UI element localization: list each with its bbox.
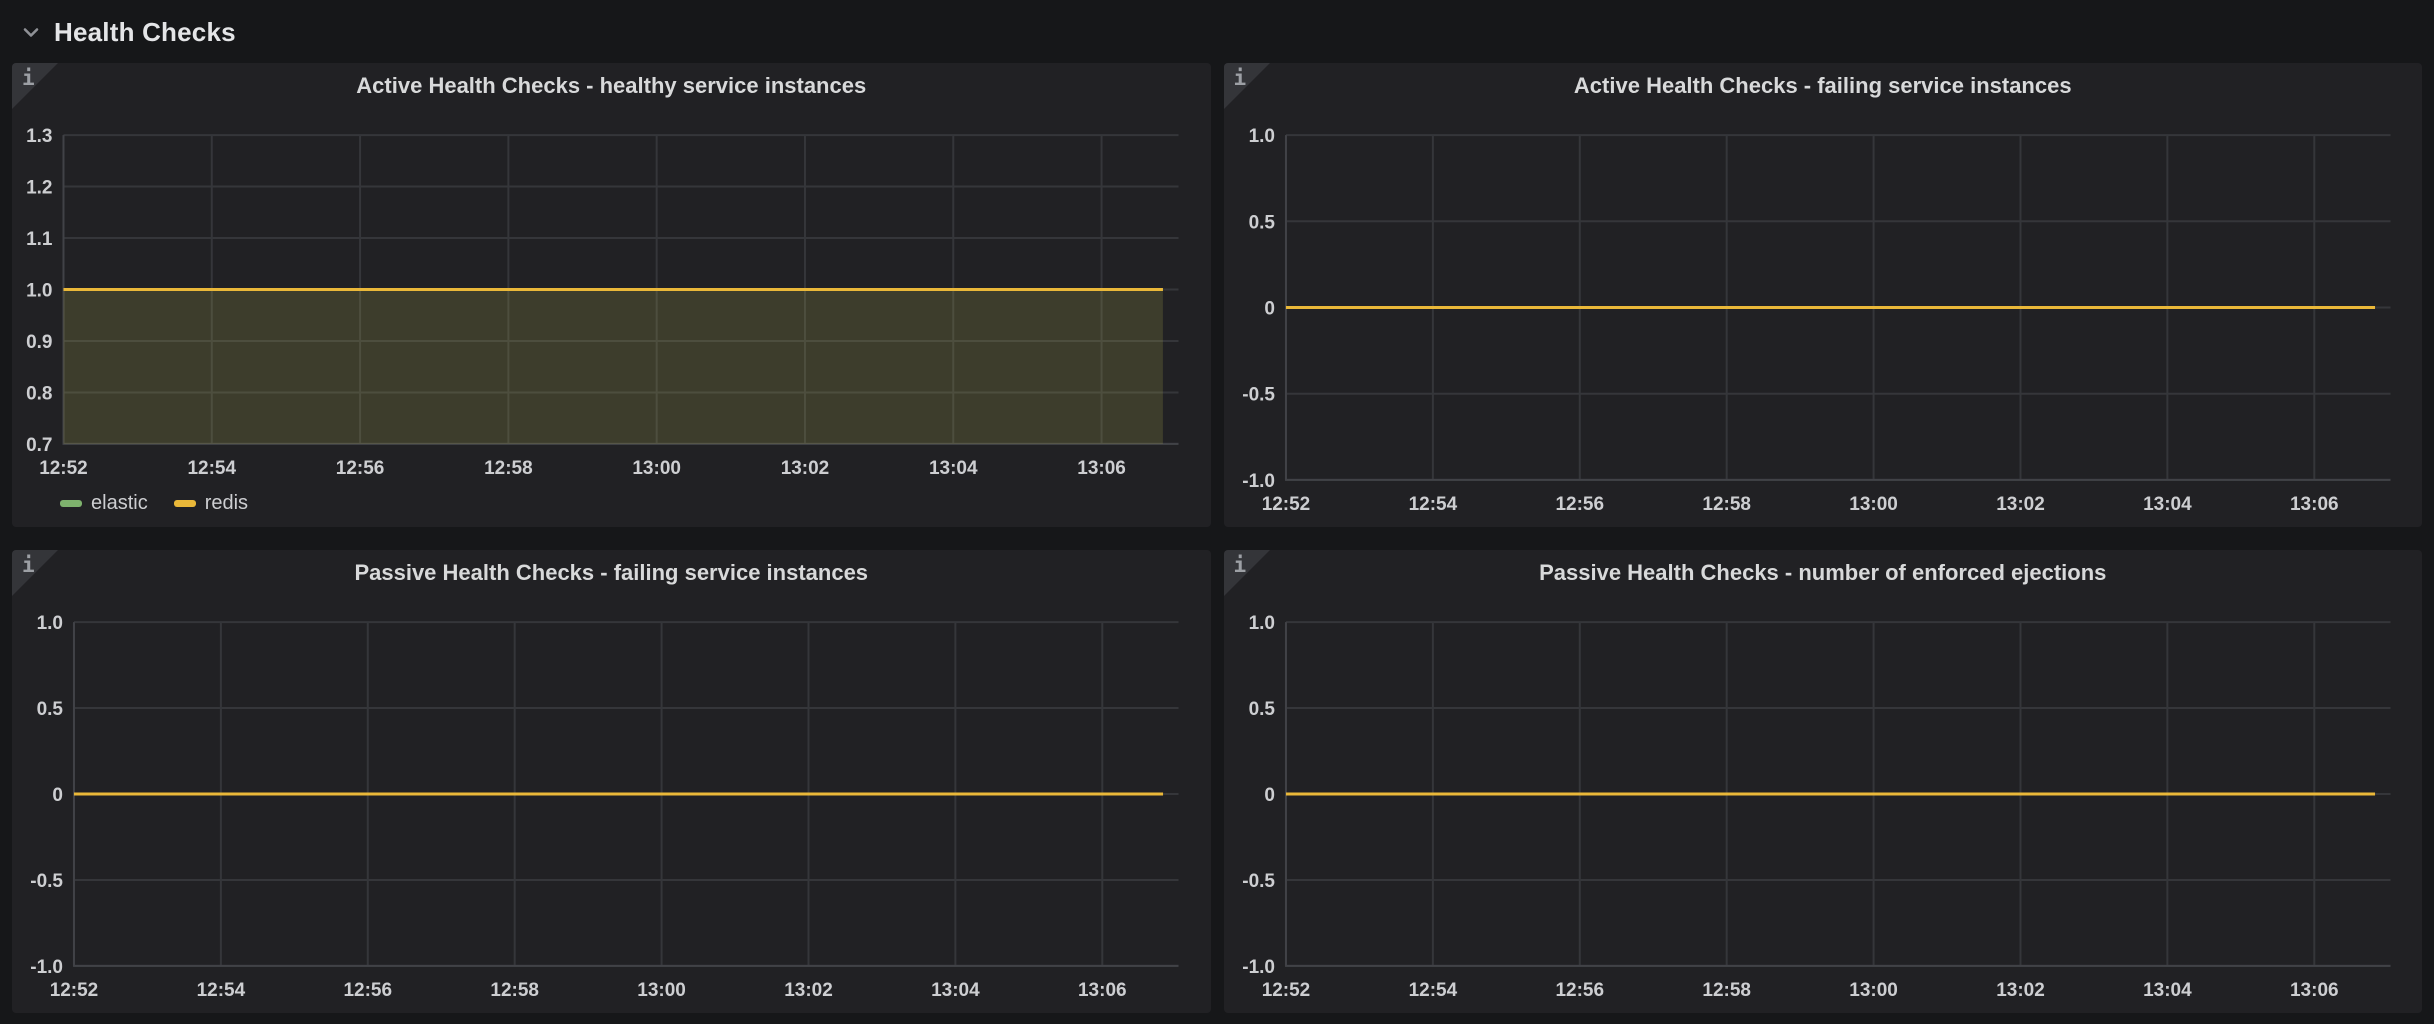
- x-tick-label: 13:06: [1078, 980, 1127, 1001]
- panel-grid: i Active Health Checks - healthy service…: [12, 63, 2422, 1013]
- x-tick-label: 12:52: [1261, 494, 1310, 515]
- x-tick-label: 12:58: [490, 980, 539, 1001]
- x-tick-label: 13:06: [2290, 494, 2339, 515]
- info-icon: i: [1234, 66, 1247, 90]
- y-tick-label: -1.0: [30, 957, 63, 978]
- y-tick-label: -1.0: [1242, 957, 1275, 978]
- x-tick-label: 12:52: [50, 980, 99, 1001]
- x-tick-label: 13:06: [1077, 458, 1126, 479]
- row-title: Health Checks: [54, 17, 236, 48]
- panel-title[interactable]: Active Health Checks - failing service i…: [1224, 63, 2423, 109]
- chart-area: 1.0 0.5 0 -0.5 -1.012:52 12:54 12:56 12:58 13:00…: [18, 596, 1183, 1007]
- dashboard-row-header[interactable]: Health Checks: [12, 10, 2422, 54]
- panel-info-corner[interactable]: i: [12, 550, 58, 596]
- time-series-plot: 1.0 0.5 0 -0.5 -1.012:52 12:54 12:56 12:58 13:00…: [1230, 596, 2395, 1007]
- time-series-plot: 1.0 0.5 0 -0.5 -1.012:52 12:54 12:56 12:58 13:00…: [18, 596, 1183, 1007]
- x-tick-label: 13:00: [632, 458, 681, 479]
- chart-area: 1.3 1.2 1.1 1.0 0.9 0.8 0.712:52 12:54 12:56 12:5…: [18, 109, 1183, 521]
- x-tick-label: 13:04: [2143, 980, 2192, 1001]
- x-tick-label: 12:54: [197, 980, 246, 1001]
- x-tick-label: 12:56: [343, 980, 392, 1001]
- chart-area: 1.0 0.5 0 -0.5 -1.012:52 12:54 12:56 12:58 13:00…: [1230, 596, 2395, 1007]
- y-tick-label: -1.0: [1242, 471, 1275, 492]
- panel-info-corner[interactable]: i: [1224, 550, 1270, 596]
- x-tick-label: 13:04: [2143, 494, 2192, 515]
- x-tick-label: 12:54: [1408, 980, 1457, 1001]
- x-tick-label: 12:58: [484, 458, 533, 479]
- info-icon: i: [22, 66, 35, 90]
- y-tick-label: 0.5: [37, 699, 64, 720]
- y-tick-label: 1.1: [26, 229, 53, 250]
- x-tick-label: 13:04: [931, 980, 980, 1001]
- info-icon: i: [22, 553, 35, 577]
- x-tick-label: 13:02: [1996, 980, 2045, 1001]
- x-tick-label: 12:52: [1261, 980, 1310, 1001]
- y-tick-label: 0: [1264, 299, 1275, 320]
- x-tick-label: 13:06: [2290, 980, 2339, 1001]
- chart-area: 1.0 0.5 0 -0.5 -1.012:52 12:54 12:56 12:58 13:00…: [1230, 109, 2395, 521]
- y-tick-label: 0.7: [26, 435, 52, 456]
- panel-active-failing: i Active Health Checks - failing service…: [1224, 63, 2423, 527]
- x-tick-label: 13:02: [1996, 494, 2045, 515]
- x-tick-label: 12:54: [187, 458, 236, 479]
- legend-swatch: [174, 500, 196, 507]
- y-tick-label: 0.9: [26, 332, 52, 353]
- dashboard-page: Health Checks i Active Health Checks - h…: [0, 0, 2434, 1024]
- x-tick-label: 13:00: [637, 980, 686, 1001]
- panel-passive-failing: i Passive Health Checks - failing servic…: [12, 550, 1211, 1013]
- x-tick-label: 13:02: [784, 980, 833, 1001]
- y-tick-label: 1.2: [26, 178, 52, 199]
- y-tick-label: 1.0: [1248, 613, 1274, 634]
- panel-info-corner[interactable]: i: [12, 63, 58, 109]
- y-tick-label: 1.0: [1248, 126, 1274, 147]
- x-tick-label: 13:02: [781, 458, 830, 479]
- x-tick-label: 12:58: [1702, 980, 1751, 1001]
- legend-swatch: [60, 500, 82, 507]
- legend-item-redis[interactable]: redis: [174, 492, 248, 515]
- series-fill-redis: [63, 290, 1162, 444]
- panel-title[interactable]: Passive Health Checks - failing service …: [12, 550, 1211, 596]
- y-tick-label: -0.5: [1242, 385, 1275, 406]
- panel-passive-ejections: i Passive Health Checks - number of enfo…: [1224, 550, 2423, 1013]
- y-tick-label: -0.5: [1242, 871, 1275, 892]
- x-tick-label: 12:58: [1702, 494, 1751, 515]
- legend-item-elastic[interactable]: elastic: [60, 492, 148, 515]
- x-tick-label: 12:56: [1555, 980, 1604, 1001]
- y-tick-label: -0.5: [30, 871, 63, 892]
- x-tick-label: 12:56: [1555, 494, 1604, 515]
- y-tick-label: 0: [1264, 785, 1275, 806]
- time-series-plot: 1.3 1.2 1.1 1.0 0.9 0.8 0.712:52 12:54 12:56 12:5…: [18, 109, 1183, 485]
- y-tick-label: 0: [52, 785, 63, 806]
- y-tick-label: 0.8: [26, 383, 52, 404]
- y-tick-label: 0.5: [1248, 212, 1275, 233]
- y-tick-label: 1.3: [26, 126, 52, 147]
- panel-active-healthy: i Active Health Checks - healthy service…: [12, 63, 1211, 527]
- time-series-plot: 1.0 0.5 0 -0.5 -1.012:52 12:54 12:56 12:58 13:00…: [1230, 109, 2395, 521]
- x-tick-label: 13:04: [929, 458, 978, 479]
- x-tick-label: 12:54: [1408, 494, 1457, 515]
- legend: elastic redis: [18, 485, 1183, 521]
- legend-label: redis: [205, 492, 248, 515]
- y-tick-label: 0.5: [1248, 699, 1275, 720]
- x-tick-label: 13:00: [1849, 494, 1898, 515]
- x-tick-label: 12:52: [39, 458, 88, 479]
- x-tick-label: 12:56: [336, 458, 385, 479]
- panel-title[interactable]: Active Health Checks - healthy service i…: [12, 63, 1211, 109]
- y-tick-label: 1.0: [37, 613, 63, 634]
- chevron-down-icon[interactable]: [18, 19, 44, 45]
- panel-title[interactable]: Passive Health Checks - number of enforc…: [1224, 550, 2423, 596]
- panel-info-corner[interactable]: i: [1224, 63, 1270, 109]
- x-tick-label: 13:00: [1849, 980, 1898, 1001]
- y-tick-label: 1.0: [26, 281, 52, 302]
- legend-label: elastic: [91, 492, 148, 515]
- info-icon: i: [1234, 553, 1247, 577]
